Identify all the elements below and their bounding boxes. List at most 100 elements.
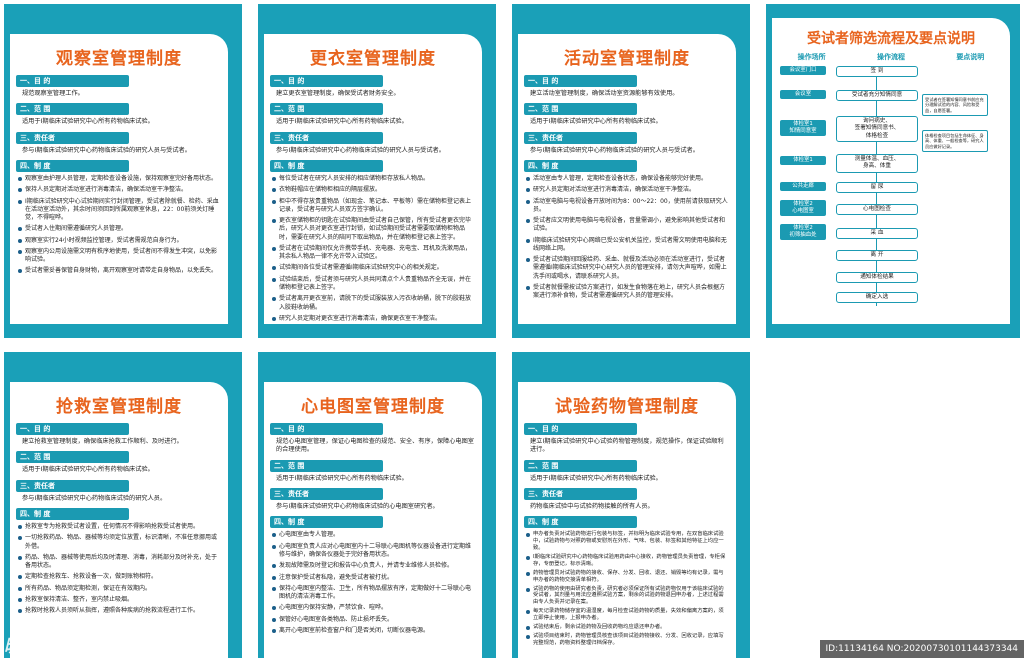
rule-list: 每位受试者在研究人员安排的相应储物柜存放私人物品。 衣物鞋帽应在储物柜相应的隔层摆… (264, 174, 482, 323)
rule-item: 受试者在试验期间仅允许携带手机、充电器、充电宝、耳机及洗漱用品，其余私人物品一律… (272, 245, 474, 262)
rule-item: 离开心电图室前检查窗户和门是否关闭，切断仪器电源。 (272, 627, 474, 635)
section-heading: 二、范 围 (16, 103, 130, 116)
section-heading: 四、制 度 (270, 160, 384, 173)
board-title: 观察室管理制度 (56, 49, 182, 69)
rule-item: 心电图室负责人应对心电图室内十二导联心电图机等仪器设备进行定期维修与维护，确保各… (272, 543, 474, 560)
flow-column-headers: 操作场所 操作流程 要点说明 (772, 52, 1010, 62)
rule-list: 抢救室专为抢救受试者设置，任何情况不得影响抢救受试者使用。 一切抢救药品、物品、器… (10, 522, 228, 615)
note-box: 体格检查项目包括生命体征、身高、体重、一般检查等，研究人员应做好记录。 (922, 130, 988, 153)
board-title: 抢救室管理制度 (56, 397, 182, 417)
flow-step: 留 尿 (836, 182, 918, 194)
section-heading: 三、责任者 (524, 488, 638, 501)
rule-item: 活动室由专人管理，定期检查设备状态，确保设备能够完好使用。 (526, 175, 728, 183)
rule-item: 活动室电脑与电视设备开放时间为8：00～22：00，使用前请获取研究人员。 (526, 198, 728, 215)
flow-step: 签 到 (836, 66, 918, 78)
rule-item: 发现故障需及时登记和报告中心负责人，并请专业维修人员检修。 (272, 562, 474, 570)
rule-item: 抢救室专为抢救受试者设置，任何情况不得影响抢救受试者使用。 (18, 523, 220, 531)
rule-item: 申办者负责对试验药物进行包装与标签，并标明为临床试验专用，在双盲临床试验中，试验… (526, 531, 728, 552)
section-heading: 二、范 围 (524, 459, 638, 472)
section-heading: 一、目 的 (270, 423, 384, 435)
board-title: 活动室管理制度 (564, 49, 690, 69)
place-label: 会议室门口 (780, 66, 826, 76)
place-label: 体检室1 (780, 156, 826, 166)
section-heading: 二、范 围 (270, 459, 384, 472)
board-panel: 抢救室管理制度 一、目 的 建立抢救室管理制度，确保临床抢救工作顺利、及时进行。… (10, 382, 228, 658)
section-heading: 二、范 围 (16, 451, 130, 464)
place-label: 公共走廊 (780, 182, 826, 192)
rule-item: 受试者试验期间回服给药、采血、就餐及活动必须在活动室进行，受试者需遵循I期临床试… (526, 256, 728, 281)
rule-list: 申办者负责对试验药物进行包装与标签，并标明为临床试验专用，在双盲临床试验中，试验… (518, 530, 736, 646)
column-header: 操作流程 (876, 53, 905, 61)
rule-item: 所有药品、物品须定期检测，保证在有效期内。 (18, 585, 220, 593)
rule-item: 观察室内公用设施需文明有秩序地使用，受试者间不得发生冲突，以免影响试验。 (18, 248, 220, 265)
section-heading: 四、制 度 (16, 508, 130, 521)
board-panel: 更衣室管理制度 一、目 的 建立更衣室管理制度，确保受试者财务安全。 二、范 围… (264, 34, 482, 324)
section-text: 参与I期临床试验研究中心药物临床试验的心电图室研究者。 (276, 503, 439, 511)
board-panel: 试验药物管理制度 一、目 的 建立I期临床试验研究中心试验药物管理制度，规范操作… (518, 382, 736, 658)
section-text: 适用于I期临床试验研究中心所有药物临床试验。 (530, 474, 662, 482)
watermark-logo: 昵图网 (4, 636, 58, 657)
rule-item: 心电图室由专人管理。 (272, 531, 474, 539)
rule-list: 心电图室由专人管理。心电图室负责人应对心电图室内十二导联心电图机等仪器设备进行定… (264, 530, 482, 635)
section-heading: 二、范 围 (524, 103, 638, 116)
section-heading: 一、目 的 (270, 75, 384, 87)
column-header: 要点说明 (956, 53, 985, 61)
rule-item: 柜中不得存放贵重物品（如现金、笔记本、平板等）需在储物柜登记表上记录，受试者与研… (272, 198, 474, 215)
note-box: 受试者在签署知情同意书前应充分理解试验的内容、风险和受益，自愿签署。 (922, 94, 988, 117)
rule-item: I期临床试验研究中心网络已受公安机关监控，受试者需文明使用电脑和无线网络上网。 (526, 237, 728, 254)
section-text: 适用于I期临床试验研究中心所有药物临床试验。 (276, 474, 408, 482)
rule-item: 试验药物的使用由研究者负责，研究者必须保证所有试验药物仅用于该临床试验的受试者，… (526, 586, 728, 607)
section-heading: 三、责任者 (270, 131, 384, 144)
rule-item: 注意保护受试者私隐，避免受试者被打扰。 (272, 574, 474, 582)
section-heading: 二、范 围 (270, 103, 384, 116)
board-title: 心电图室管理制度 (301, 397, 445, 417)
rule-item: 抢救时抢救人员须听从指挥，遵照各种疾病的抢救流程进行工作。 (18, 607, 220, 615)
flow-step: 询问病史、 签署知情同意书、 体格检查 (836, 116, 918, 142)
section-heading: 四、制 度 (16, 160, 130, 173)
place-label: 体检室1 知情同意室 (780, 120, 826, 137)
rule-item: 保管好心电图室各类物品、防止损坏丢失。 (272, 616, 474, 624)
flow-step: 受试者充分知情同意 (836, 90, 918, 102)
section-text: 参与I期临床试验研究中心药物临床试验的研究人员与受试者。 (22, 146, 191, 154)
rule-item: 保持人员定期对活动室进行消毒清洁，确保活动室干净整洁。 (18, 186, 220, 194)
flow-step: 心电图检查 (836, 204, 918, 216)
flow-step: 确定入选 (836, 292, 918, 304)
section-heading: 三、责任者 (16, 479, 130, 492)
rule-item: 更衣室储物柜的钥匙在试验期间由受试者自己保管，所有受试者更衣完毕后，研究人员对更… (272, 217, 474, 242)
flow-step: 离 开 (836, 250, 918, 262)
rule-list: 观察室由护理人员管理，定期检查设备设施，保持观察室完好备用状态。 保持人员定期对活… (10, 174, 228, 276)
rule-item: 研究人员定期对活动室进行消毒清洁，确保活动室干净整洁。 (526, 186, 728, 194)
section-text: 适用于I期临床试验研究中心所有药物临床试验。 (22, 466, 154, 474)
rule-item: I期临床试验研究中心试验期间实行封闭管理，受试者除就餐、检药、采血在活动室活动外… (18, 198, 220, 223)
section-heading: 三、责任者 (524, 131, 638, 144)
rule-item: 受试者离开更衣室前，请脱下的受试服装放入污衣收纳桶，脱下的胶鞋放入胶鞋收纳桶。 (272, 295, 474, 312)
policy-board: 更衣室管理制度 一、目 的 建立更衣室管理制度，确保受试者财务安全。 二、范 围… (258, 4, 496, 338)
policy-board: 观察室管理制度 一、目 的 规范观察室管理工作。 二、范 围 适用于I期临床试验… (4, 4, 242, 338)
place-label: 会议室 (780, 90, 826, 100)
rule-item: 试验结束后，受试者须与研究人员共同清点个人贵重物品齐全无误，并在储物柜登记表上签… (272, 276, 474, 293)
rule-item: 观察室由护理人员管理，定期检查设备设施，保持观察室完好备用状态。 (18, 175, 220, 183)
section-text: 适用于I期临床试验研究中心所有药物临床试验。 (276, 118, 408, 126)
section-heading: 三、责任者 (16, 131, 130, 144)
board-panel: 活动室管理制度 一、目 的 建立活动室管理制度，确保活动室资源能够有效使用。 二… (518, 34, 736, 324)
section-text: 参与I期临床试验研究中心药物临床试验的研究人员与受试者。 (530, 146, 699, 154)
section-text: 适用于I期临床试验研究中心所有药物临床试验。 (22, 118, 154, 126)
section-text: 建立活动室管理制度，确保活动室资源能够有效使用。 (530, 90, 679, 97)
rule-list: 活动室由专人管理，定期检查设备状态，确保设备能够完好使用。 研究人员定期对活动室进… (518, 174, 736, 300)
flow-step: 采 血 (836, 228, 918, 240)
section-heading: 四、制 度 (524, 160, 638, 173)
rule-item: 药物管理员对试验药物的接收、保存、分发、回收、退还、销毁等均有记录，需与申办者的… (526, 570, 728, 584)
rule-item: 每天记录药物储存室的温湿度，每月检查试验药物的质量，失效和偏离方案的，须立即停止… (526, 608, 728, 622)
flow-step: 测量体温、血压、 身高、体重 (836, 154, 918, 173)
flow-board: 受试者筛选流程及要点说明 操作场所 操作流程 要点说明 会议室门口 会议室 体检… (766, 4, 1020, 338)
board-title: 试验药物管理制度 (555, 397, 699, 417)
place-label: 体检室2 心电图室 (780, 200, 826, 217)
section-text: 适用于I期临床试验研究中心所有药物临床试验。 (530, 118, 662, 126)
board-title: 更衣室管理制度 (310, 49, 436, 69)
rule-item: 定期检查抢救车、抢救设备一次，做到账物相符。 (18, 573, 220, 581)
section-heading: 三、责任者 (270, 488, 384, 501)
rule-item: 受试者需妥善保管自身财物，离开观察室时请带走自身物品，以免丢失。 (18, 267, 220, 275)
policy-board: 心电图室管理制度 一、目 的 规范心电图室管理，保证心电图检查的规范、安全、有序… (258, 352, 496, 658)
rule-item: 试验期间各位受试者需遵循I期临床试验研究中心的相关规定。 (272, 264, 474, 272)
rule-item: 试验结束后，剩余试验药物及回收药物均应退还申办者。 (526, 624, 728, 631)
